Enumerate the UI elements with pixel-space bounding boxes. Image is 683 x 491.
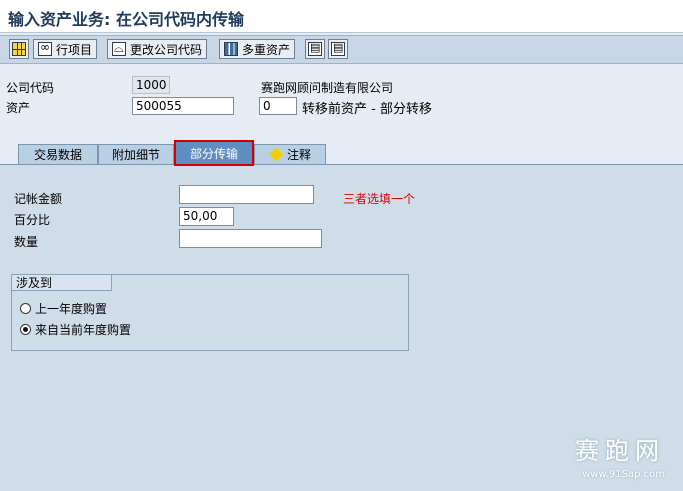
asset-subnumber-field[interactable]: 0 xyxy=(259,97,297,115)
transfer-description: 转移前资产 - 部分转移 xyxy=(302,102,432,117)
radio-previous-year-label: 上一年度购置 xyxy=(35,302,108,316)
reference-group: 涉及到 上一年度购置 来自当前年度购置 xyxy=(11,274,409,351)
grid-button[interactable] xyxy=(9,39,29,59)
grid-icon xyxy=(12,42,26,56)
window-title: 输入资产业务: 在公司代码内传输 xyxy=(8,10,244,29)
quantity-label: 数量 xyxy=(14,235,39,249)
change-company-code-label: 更改公司代码 xyxy=(130,42,203,57)
percent-label: 百分比 xyxy=(14,213,51,227)
percent-field[interactable]: 50,00 xyxy=(179,207,234,226)
company-code-field: 1000 xyxy=(132,76,170,94)
tab-strip: 交易数据 附加细节 部分传输 注释 xyxy=(14,140,674,166)
company-code-label: 公司代码 xyxy=(6,81,55,95)
group-title: 涉及到 xyxy=(12,275,112,291)
tab-notes[interactable]: 注释 xyxy=(254,144,326,164)
tab-transaction-data-label: 交易数据 xyxy=(33,148,82,162)
asset-number-field[interactable]: 500055 xyxy=(132,97,234,115)
multiple-assets-button[interactable]: 多重资产 xyxy=(219,39,296,59)
tab-additional-details-label: 附加细节 xyxy=(111,148,160,162)
radio-previous-year[interactable]: 上一年度购置 xyxy=(20,300,107,317)
doc-edit-icon xyxy=(331,41,345,56)
watermark-url: www.91Sap.com xyxy=(582,469,665,480)
asset-label: 资产 xyxy=(6,101,31,115)
tab-notes-label: 注释 xyxy=(286,148,311,162)
link-icon xyxy=(38,40,52,56)
watermark-logo: 赛跑网 xyxy=(575,437,665,465)
title-bar: 输入资产业务: 在公司代码内传输 xyxy=(0,0,683,33)
document-edit-button[interactable] xyxy=(328,39,348,59)
radio-previous-year-button[interactable] xyxy=(20,303,31,314)
note-icon xyxy=(268,147,283,162)
application-toolbar: 行项目 更改公司代码 多重资产 xyxy=(0,35,683,64)
document-button[interactable] xyxy=(305,39,325,59)
tab-additional-details[interactable]: 附加细节 xyxy=(98,144,174,164)
multiple-assets-label: 多重资产 xyxy=(242,42,291,57)
hint-text: 三者选填一个 xyxy=(343,192,416,206)
radio-current-year-label: 来自当前年度购置 xyxy=(35,323,132,337)
headset-icon xyxy=(112,41,126,56)
tab-partial-transfer-label: 部分传输 xyxy=(189,146,238,161)
amount-field[interactable] xyxy=(179,185,314,204)
tab-transaction-data[interactable]: 交易数据 xyxy=(18,144,98,164)
line-items-button[interactable]: 行项目 xyxy=(33,39,98,59)
tab-partial-transfer[interactable]: 部分传输 xyxy=(174,140,254,166)
change-company-code-button[interactable]: 更改公司代码 xyxy=(107,39,208,59)
company-name: 赛跑网顾问制造有限公司 xyxy=(261,81,394,95)
radio-current-year[interactable]: 来自当前年度购置 xyxy=(20,321,131,338)
quantity-field[interactable] xyxy=(179,229,322,248)
amount-label: 记帐金额 xyxy=(14,192,63,206)
line-items-label: 行项目 xyxy=(56,42,93,57)
blocks-icon xyxy=(224,42,238,56)
doc-icon xyxy=(308,41,322,56)
radio-current-year-button[interactable] xyxy=(20,324,31,335)
